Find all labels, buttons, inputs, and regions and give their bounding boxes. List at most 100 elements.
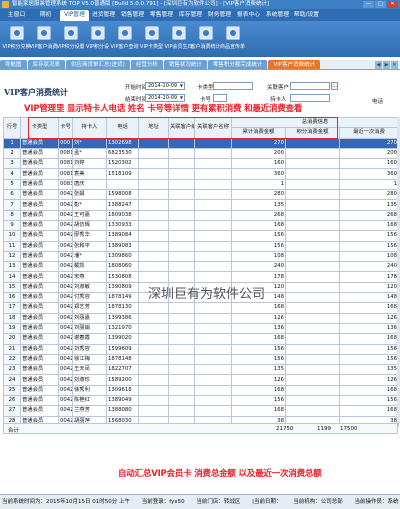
table-row[interactable]: 6普通会员00420张娟1598008 280 280 xyxy=(3,189,400,201)
table-cell: 126 xyxy=(231,374,286,386)
document-tab[interactable]: 导航图 xyxy=(0,60,27,69)
table-cell xyxy=(194,312,232,324)
document-tab[interactable]: 供应商货单汇总(进货) xyxy=(66,60,130,69)
table-row[interactable]: 4普通会员00813袁美1518109 360 360 xyxy=(3,168,400,180)
table-cell: 200 xyxy=(338,147,400,160)
table-row[interactable]: 17普通会员00425郑艺芳1878130 168 168 xyxy=(3,302,400,314)
menu-item[interactable]: 系统管理 xyxy=(263,9,292,21)
table-cell xyxy=(285,199,340,211)
menu-bar: 主窗口 期初 VIP管理 进货管理 销售管理 零售管理 库存管理 财务管理 报表中心 系统管理 帮助… xyxy=(0,9,400,21)
table-cell: 戴凯 xyxy=(72,261,107,273)
table-row[interactable]: 13普通会员00425戴凯1808060 240 240 xyxy=(3,261,400,273)
table-row[interactable]: 21普通会员00425刘秀容1599609 156 156 xyxy=(3,343,400,355)
end-date-input[interactable]: 2014-10-09 xyxy=(145,94,185,102)
document-tab[interactable]: VIP客户消费统计 xyxy=(268,60,321,69)
close-button[interactable]: ✕ xyxy=(387,1,398,8)
table-row[interactable]: 3普通会员00811刘婷1520302 160 160 xyxy=(3,158,400,170)
table-row[interactable]: 20普通会员00425谢春霞1399020 168 168 xyxy=(3,333,400,345)
header-last-consumption[interactable]: 最近一次消费 xyxy=(338,127,400,139)
table-cell xyxy=(138,230,169,242)
table-cell xyxy=(168,271,195,283)
table-cell xyxy=(285,312,340,324)
table-row[interactable]: 23普通会员00426王天凤1822707 135 135 xyxy=(3,364,400,376)
table-row[interactable]: 7普通会员00421彭*1388247 135 135 xyxy=(3,199,400,211)
toolbar-button[interactable]: VIP会员生日 xyxy=(165,21,192,57)
menu-item[interactable]: 库存管理 xyxy=(176,9,205,21)
status-org: 当前机构：公司总部 xyxy=(293,499,343,505)
tab-prev-icon[interactable]: ◀ xyxy=(375,61,382,69)
table-row[interactable]: 2普通会员00810孟*6823530 200 200 xyxy=(3,147,400,160)
table-cell: 1598008 xyxy=(106,189,139,201)
start-date-label: 开始时间 xyxy=(125,85,148,91)
table-cell xyxy=(168,199,195,211)
table-row[interactable]: 26普通会员00426陈艳红1389049 156 156 xyxy=(3,395,400,407)
toolbar-button[interactable]: 商品宣传单 xyxy=(219,21,246,57)
table-cell xyxy=(138,374,169,386)
table-row[interactable]: 19普通会员00425刘丽娟1321970 136 136 xyxy=(3,322,400,335)
menu-item[interactable]: 零售管理 xyxy=(147,9,176,21)
table-row[interactable]: 27普通会员00426兰燕芳1388080 168 168 xyxy=(3,405,400,417)
menu-item[interactable]: 帮助/设置 xyxy=(292,9,321,21)
menu-item[interactable]: 报表中心 xyxy=(234,9,263,21)
table-cell: 王可嘉 xyxy=(72,209,107,221)
table-row[interactable]: 1 普通会员 000 刘* 1302698 270 270 xyxy=(3,137,400,149)
table-cell xyxy=(138,158,169,170)
document-tab[interactable]: 零售积分额完成统计 xyxy=(207,60,268,69)
table-row[interactable]: 12普通会员00421潘*1309860 108 108 xyxy=(3,250,400,263)
document-tab[interactable]: 销售状况统计 xyxy=(163,60,207,69)
holder-input[interactable] xyxy=(290,94,330,102)
table-row[interactable]: 25普通会员00426徐秀利1309618 168 168 xyxy=(3,384,400,397)
toolbar-button[interactable]: VIP客户消费 xyxy=(30,21,57,57)
table-row[interactable]: 18普通会员00425刘丽嘉1399386 126 126 xyxy=(3,312,400,324)
table-row[interactable]: 8普通会员00421王可嘉1809038 268 268 xyxy=(3,209,400,221)
card-type-label: 卡类型 xyxy=(197,85,214,91)
table-cell: 00421 xyxy=(58,230,73,242)
menu-item[interactable]: 财务管理 xyxy=(205,9,234,21)
document-tab[interactable]: 经营分析 xyxy=(130,60,163,69)
related-customer-input[interactable] xyxy=(290,82,330,90)
tab-close-icon[interactable]: ✕ xyxy=(391,61,398,69)
chart-icon xyxy=(198,26,213,40)
toolbar-button[interactable]: VIP客户查询 xyxy=(111,21,138,57)
toolbar-button[interactable]: VIP卡类型 xyxy=(138,21,165,57)
maximize-button[interactable]: □ xyxy=(375,1,386,8)
menu-item[interactable]: 销售管理 xyxy=(118,9,147,21)
table-row[interactable]: 9普通会员00421胡仿辉1330933 168 168 xyxy=(3,219,400,232)
table-cell: 3 xyxy=(3,158,21,170)
table-cell: 1389049 xyxy=(106,395,139,407)
table-cell: 普通会员 xyxy=(20,292,59,304)
toolbar-button[interactable]: VIP积分设置 xyxy=(57,21,84,57)
header-row-no[interactable]: 行号 xyxy=(3,117,21,139)
table-cell: 156 xyxy=(231,353,286,366)
table-row[interactable]: 11普通会员00421张和平1389083 156 156 xyxy=(3,240,400,252)
status-user: 当前登录：fyx50 xyxy=(141,499,185,505)
related-customer-browse-button[interactable]: … xyxy=(331,82,338,90)
minimize-button[interactable]: — xyxy=(363,1,374,8)
table-cell xyxy=(138,261,169,273)
document-tab[interactable]: 库存状况表 xyxy=(27,60,66,69)
table-cell: 徐江梅 xyxy=(72,353,107,366)
toolbar-button[interactable]: VIP积分兑换 xyxy=(3,21,30,57)
table-cell: 6823530 xyxy=(106,147,139,160)
toolbar-button[interactable]: VIP积分设 xyxy=(84,21,111,57)
card-type-input[interactable] xyxy=(213,82,253,90)
menu-item[interactable]: 进货管理 xyxy=(89,9,118,21)
start-date-input[interactable]: 2014-10-09 xyxy=(145,82,185,90)
table-row[interactable]: 14普通会员00425宋燕1530808 178 178 xyxy=(3,271,400,283)
table-row[interactable]: 24普通会员00426刘淑珍1589200 126 126 xyxy=(3,374,400,386)
table-row[interactable]: 5普通会员00830唐庆 1 1 xyxy=(3,178,400,191)
table-cell xyxy=(285,168,340,180)
tab-next-icon[interactable]: ▶ xyxy=(383,61,390,69)
table-cell xyxy=(138,333,169,345)
table-cell xyxy=(194,333,232,345)
table-row[interactable]: 10普通会员00421廖秀华1389084 156 156 xyxy=(3,230,400,242)
menu-item[interactable]: 主窗口 xyxy=(2,9,31,21)
card-no-input[interactable] xyxy=(213,94,227,102)
menu-item[interactable]: VIP管理 xyxy=(60,10,89,21)
table-cell: 135 xyxy=(338,364,400,376)
table-row[interactable]: 22普通会员00426徐江梅1878148 156 156 xyxy=(3,353,400,366)
table-cell: 156 xyxy=(338,230,400,242)
toolbar-button[interactable]: 客户消费统计 xyxy=(191,21,221,57)
menu-item[interactable]: 期初 xyxy=(31,9,60,21)
app-logo-icon xyxy=(2,1,9,8)
